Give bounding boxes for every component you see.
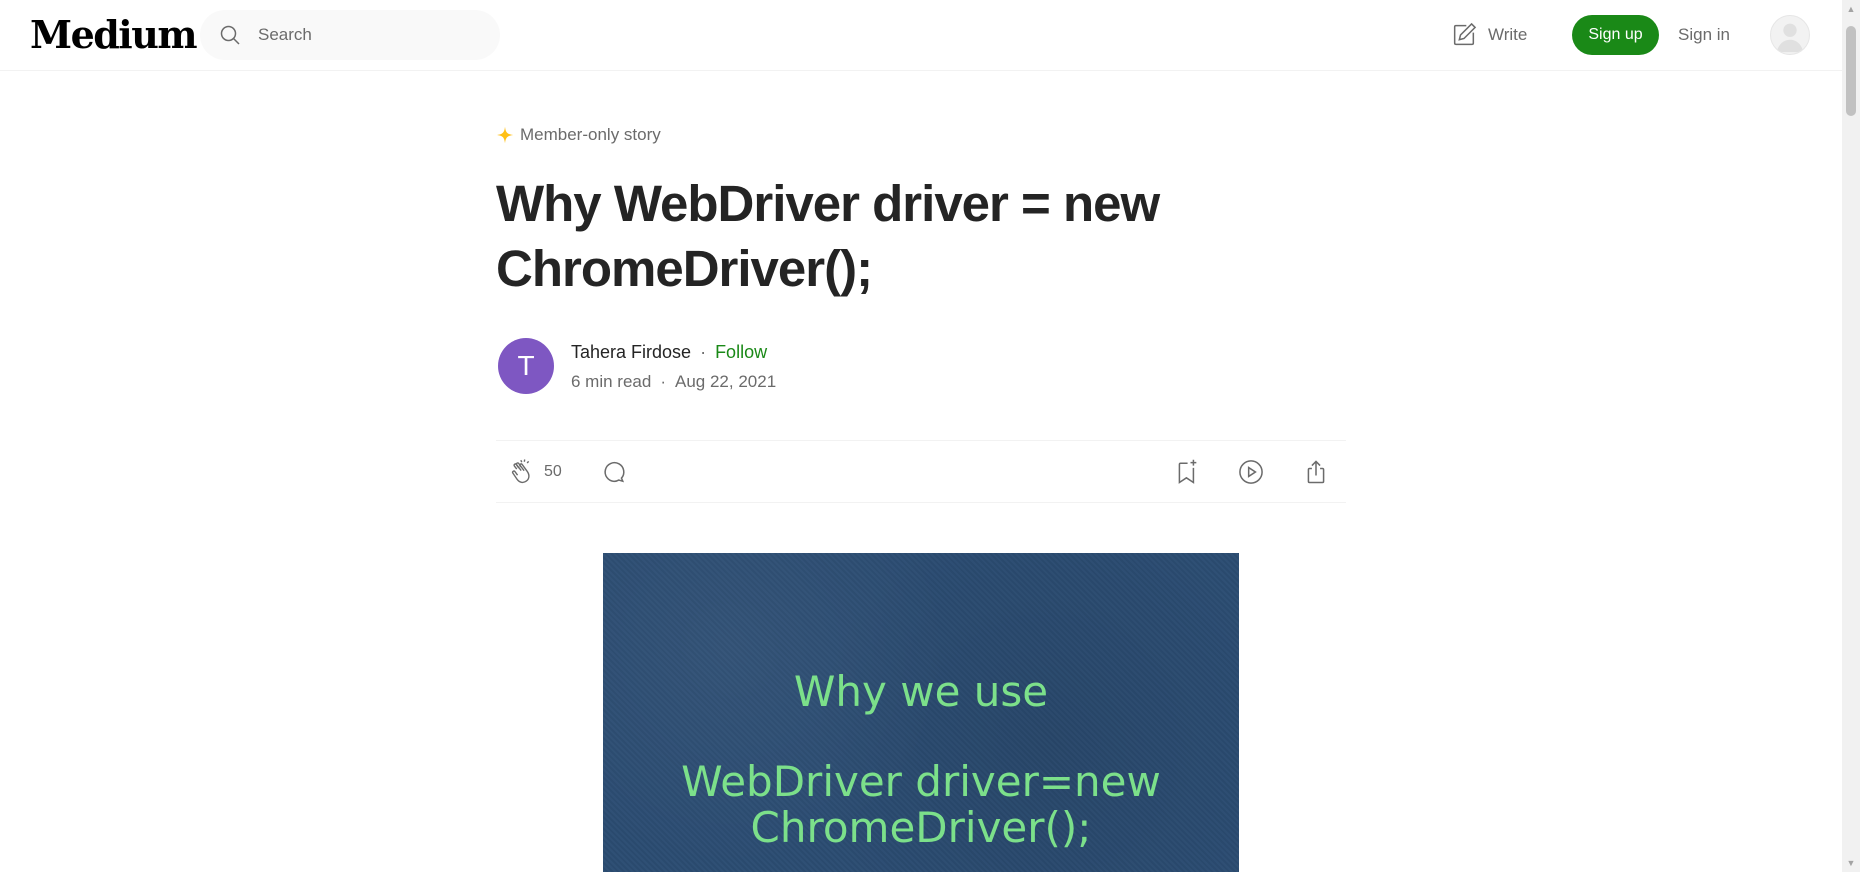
hero-text-line: WebDriver driver=new [681, 757, 1161, 806]
scrollbar-thumb[interactable] [1846, 26, 1856, 116]
search-input[interactable] [256, 10, 486, 60]
hero-text-line: ChromeDriver(); [750, 803, 1092, 852]
search-bar[interactable] [200, 10, 500, 60]
scroll-down-arrow-icon[interactable]: ▼ [1842, 854, 1860, 872]
member-only-badge: Member-only story [496, 125, 661, 145]
write-icon [1453, 22, 1477, 46]
author-name[interactable]: Tahera Firdose [571, 342, 691, 362]
sign-up-button[interactable]: Sign up [1572, 15, 1659, 55]
article-action-bar: 50 [496, 440, 1346, 503]
write-button[interactable]: Write [1450, 20, 1527, 50]
separator-dot: · [700, 342, 707, 362]
user-silhouette-icon [1776, 23, 1804, 53]
star-icon [496, 126, 514, 144]
clap-button[interactable]: 50 [508, 457, 562, 487]
read-time: 6 min read [571, 372, 652, 391]
medium-logo[interactable]: Medium [30, 10, 198, 60]
save-button[interactable] [1173, 457, 1201, 487]
comment-button[interactable] [600, 457, 628, 487]
author-avatar[interactable]: T [498, 338, 554, 394]
article-meta: 6 min read · Aug 22, 2021 [571, 372, 776, 392]
play-icon [1239, 460, 1263, 484]
comment-icon [604, 461, 625, 483]
search-icon [220, 25, 240, 45]
bookmark-add-icon [1178, 459, 1197, 484]
listen-button[interactable] [1237, 457, 1265, 487]
hero-text-line: Why we use [793, 667, 1049, 716]
clap-icon [511, 459, 530, 484]
separator-dot: · [660, 372, 666, 391]
page-scrollbar[interactable]: ▲ ▼ [1842, 0, 1860, 872]
follow-link[interactable]: Follow [715, 342, 767, 362]
member-only-label: Member-only story [520, 125, 661, 144]
share-button[interactable] [1302, 457, 1330, 487]
scroll-up-arrow-icon[interactable]: ▲ [1842, 0, 1860, 18]
write-label: Write [1488, 25, 1528, 44]
user-avatar[interactable] [1770, 15, 1810, 55]
sign-in-link[interactable]: Sign in [1678, 25, 1730, 45]
top-nav-bar: Medium Write Sign up Sign in [0, 0, 1842, 71]
author-line: Tahera Firdose · Follow [571, 342, 767, 363]
hero-image: Why we use WebDriver driver=new ChromeDr… [603, 553, 1239, 872]
article-title: Why WebDriver driver = new ChromeDriver(… [496, 175, 1160, 297]
clap-count: 50 [544, 463, 562, 480]
byline: T Tahera Firdose · Follow 6 min read · Aug 2… [496, 338, 996, 398]
share-icon [1307, 460, 1325, 484]
publish-date: Aug 22, 2021 [675, 372, 777, 391]
